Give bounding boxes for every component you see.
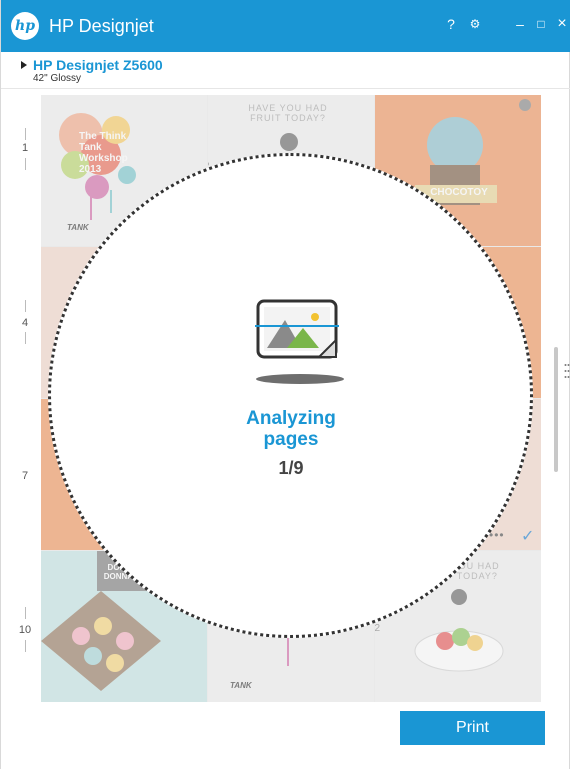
- title-bar: hp HP Designjet ? ⚙ – □ ×: [1, 0, 570, 52]
- hp-logo: hp: [11, 12, 39, 40]
- header-divider: [1, 88, 570, 89]
- status-text: Analyzing pages: [191, 408, 391, 450]
- poster-title: CHOCOTOY: [430, 187, 488, 198]
- row-tick: [25, 158, 26, 170]
- minimize-button[interactable]: –: [510, 14, 530, 34]
- poster-title: The Think Tank Workshop 2013: [79, 131, 128, 175]
- row-number: 1: [21, 142, 29, 154]
- close-button[interactable]: ×: [552, 14, 570, 34]
- row-number: 4: [21, 317, 29, 329]
- vertical-scrollbar[interactable]: [554, 347, 558, 472]
- icon-shadow: [256, 374, 344, 384]
- print-button[interactable]: Print: [400, 711, 545, 745]
- row-number: 10: [18, 624, 32, 636]
- poster-title: HAVE YOU HAD FRUIT TODAY?: [248, 103, 328, 123]
- row-tick: [25, 128, 26, 140]
- printer-selector[interactable]: HP Designjet Z5600 42" Glossy: [21, 58, 163, 84]
- poster-footer: TANK: [67, 223, 89, 232]
- row-tick: [25, 332, 26, 344]
- scroll-handle-icon[interactable]: [564, 362, 570, 380]
- app-title: HP Designjet: [49, 16, 154, 36]
- row-number: 7: [21, 470, 29, 482]
- progress-counter: 1/9: [278, 458, 304, 478]
- printer-media: 42" Glossy: [33, 73, 82, 84]
- app-window: hp HP Designjet ? ⚙ – □ × HP Designjet Z…: [0, 0, 570, 769]
- maximize-button[interactable]: □: [531, 14, 551, 34]
- analyzing-overlay: [48, 153, 533, 638]
- checkmark-icon: ✓: [521, 528, 535, 545]
- page-number: 12: [375, 623, 381, 634]
- help-button[interactable]: ?: [441, 14, 461, 34]
- printer-name[interactable]: HP Designjet Z5600: [33, 58, 163, 73]
- image-analyze-icon: [255, 299, 339, 359]
- poster-footer: TANK: [230, 681, 252, 690]
- status-line2: pages: [263, 429, 319, 450]
- row-tick: [25, 607, 26, 619]
- fruit-logo-icon: [280, 133, 298, 151]
- settings-button[interactable]: ⚙: [465, 14, 485, 34]
- expand-arrow-icon[interactable]: [21, 61, 27, 69]
- row-tick: [25, 640, 26, 652]
- status-line1: Analyzing: [246, 408, 336, 429]
- row-tick: [25, 300, 26, 312]
